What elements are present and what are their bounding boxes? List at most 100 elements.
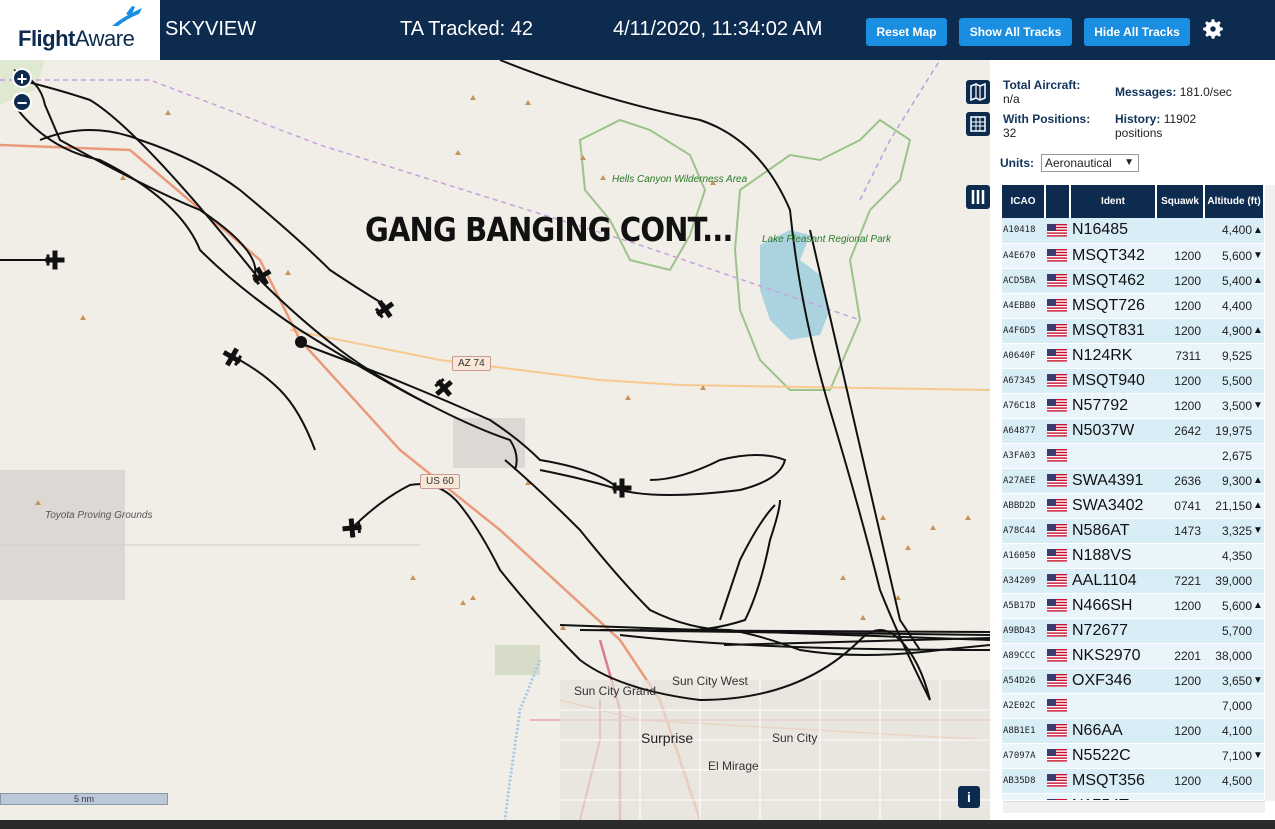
hide-all-tracks-button[interactable]: Hide All Tracks (1084, 18, 1190, 46)
messages-label: Messages: (1115, 85, 1177, 99)
col-header-ident[interactable]: Ident (1070, 185, 1157, 218)
flag-cell (1045, 368, 1070, 394)
us-flag-icon (1047, 423, 1067, 437)
with-positions-value: 32 (1003, 126, 1017, 140)
total-aircraft-stat: Total Aircraft: n/a (1003, 78, 1080, 106)
table-row[interactable]: A27AEE SWA4391 2636 9,300 ▲ (1002, 468, 1265, 494)
table-vertical-scrollbar[interactable] (1265, 185, 1275, 801)
table-row[interactable]: A0640F N124RK 7311 9,525 (1002, 343, 1265, 369)
altitude-cell: 5,600 (1204, 593, 1252, 619)
icao-cell: A3FA03 (1002, 443, 1045, 469)
zoom-in-button[interactable]: + (12, 68, 32, 88)
map-view[interactable]: Hells Canyon Wilderness Area Lake Pleasa… (0, 60, 990, 820)
squawk-cell: 2201 (1156, 643, 1204, 669)
ident-cell: N124RK (1070, 343, 1156, 369)
table-row[interactable]: A12EB6 N1754T (1002, 793, 1265, 800)
table-row[interactable]: A16050 N188VS 4,350 (1002, 543, 1265, 569)
dropdown-caret-icon: ▼ (1124, 157, 1134, 168)
us-flag-icon (1047, 598, 1067, 612)
altitude-cell: 39,000 (1204, 568, 1252, 594)
hells-canyon-label: Hells Canyon Wilderness Area (612, 174, 748, 185)
ident-cell: N1754T (1070, 793, 1156, 800)
sun-city-label: Sun City (772, 731, 818, 745)
table-row[interactable]: A9BD43 N72677 5,700 (1002, 618, 1265, 644)
us-flag-icon (1047, 373, 1067, 387)
icao-cell: A78C44 (1002, 518, 1045, 544)
table-row[interactable]: A76C18 N57792 1200 3,500 ▼ (1002, 393, 1265, 419)
icao-cell: A4F6D5 (1002, 318, 1045, 344)
col-header-squawk[interactable]: Squawk (1156, 185, 1205, 218)
columns-icon (971, 190, 985, 204)
altitude-cell: 19,975 (1204, 418, 1252, 444)
table-row[interactable]: A78C44 N586AT 1473 3,325 ▼ (1002, 518, 1265, 544)
grid-toggle-button[interactable] (966, 112, 990, 136)
flag-cell (1045, 343, 1070, 369)
table-row[interactable]: A4E670 MSQT342 1200 5,600 ▼ (1002, 243, 1265, 269)
vertical-rate-icon (1252, 568, 1265, 594)
table-row[interactable]: A89CCC NKS2970 2201 38,000 (1002, 643, 1265, 669)
us-flag-icon (1047, 248, 1067, 262)
gear-icon[interactable] (1200, 16, 1226, 42)
us-flag-icon (1047, 698, 1067, 712)
flag-cell (1045, 318, 1070, 344)
table-row[interactable]: A5B17D N466SH 1200 5,600 ▲ (1002, 593, 1265, 619)
squawk-cell: 2642 (1156, 418, 1204, 444)
sun-city-grand-label: Sun City Grand (574, 684, 657, 698)
ident-cell: N72677 (1070, 618, 1156, 644)
table-row[interactable]: AB35D8 MSQT356 1200 4,500 (1002, 768, 1265, 794)
flag-cell (1045, 768, 1070, 794)
altitude-cell: 5,400 (1204, 268, 1252, 294)
col-header-icao[interactable]: ICAO (1002, 185, 1046, 218)
table-row[interactable]: ABBD2D SWA3402 0741 21,150 ▲ (1002, 493, 1265, 519)
col-header-altitude[interactable]: Altitude (ft) (1204, 185, 1266, 218)
altitude-cell: 9,525 (1204, 343, 1252, 369)
icao-cell: A64877 (1002, 418, 1045, 444)
altitude-cell: 3,650 (1204, 668, 1252, 694)
flag-cell (1045, 793, 1070, 800)
zoom-out-button[interactable]: − (12, 92, 32, 112)
table-row[interactable]: A3FA03 2,675 (1002, 443, 1265, 469)
reset-map-button[interactable]: Reset Map (866, 18, 947, 46)
with-positions-label: With Positions: (1003, 112, 1091, 126)
show-all-tracks-button[interactable]: Show All Tracks (959, 18, 1072, 46)
clock-datetime: 4/11/2020, 11:34:02 AM (613, 18, 823, 40)
table-row[interactable]: A4EBB0 MSQT726 1200 4,400 (1002, 293, 1265, 319)
table-row[interactable]: A2E02C 7,000 (1002, 693, 1265, 719)
squawk-cell: 1200 (1156, 243, 1204, 269)
table-row[interactable]: A4F6D5 MSQT831 1200 4,900 ▲ (1002, 318, 1265, 344)
us-flag-icon (1047, 723, 1067, 737)
squawk-cell: 7221 (1156, 568, 1204, 594)
table-row[interactable]: A64877 N5037W 2642 19,975 (1002, 418, 1265, 444)
table-row[interactable]: A10418 N16485 4,400 ▲ (1002, 218, 1265, 244)
table-row[interactable]: ACD5BA MSQT462 1200 5,400 ▲ (1002, 268, 1265, 294)
altitude-cell: 5,500 (1204, 368, 1252, 394)
columns-toggle-button[interactable] (966, 185, 990, 209)
flag-cell (1045, 643, 1070, 669)
table-row[interactable]: A34209 AAL1104 7221 39,000 (1002, 568, 1265, 594)
squawk-cell: 7311 (1156, 343, 1204, 369)
altitude-cell: 5,700 (1204, 618, 1252, 644)
icao-cell: ACD5BA (1002, 268, 1045, 294)
us-flag-icon (1047, 748, 1067, 762)
table-row[interactable]: A8B1E1 N66AA 1200 4,100 (1002, 718, 1265, 744)
overlay-caption: GANG BANGING CONT... (365, 210, 733, 249)
table-row[interactable]: A54D26 OXF346 1200 3,650 ▼ (1002, 668, 1265, 694)
ident-cell: N5522C (1070, 743, 1156, 769)
table-row[interactable]: A67345 MSQT940 1200 5,500 (1002, 368, 1265, 394)
map-layers-button[interactable] (966, 80, 990, 104)
flag-cell (1045, 468, 1070, 494)
table-row[interactable]: A7097A N5522C 7,100 ▼ (1002, 743, 1265, 769)
icao-cell: A2E02C (1002, 693, 1045, 719)
info-button[interactable]: i (958, 786, 980, 808)
vertical-rate-icon (1252, 718, 1265, 744)
ident-cell: AAL1104 (1070, 568, 1156, 594)
with-positions-stat: With Positions: 32 (1003, 112, 1090, 140)
icao-cell: A12EB6 (1002, 793, 1045, 800)
aircraft-table-container[interactable]: ICAO Ident Squawk Altitude (ft) A10418 N1… (990, 185, 1275, 800)
col-header-flag[interactable] (1045, 185, 1071, 218)
flightaware-logo[interactable]: FlightAware (0, 0, 160, 60)
altitude-cell: 2,675 (1204, 443, 1252, 469)
units-select[interactable]: Aeronautical ▼ (1041, 154, 1139, 172)
flag-cell (1045, 718, 1070, 744)
table-horizontal-scrollbar[interactable] (1003, 801, 1265, 813)
